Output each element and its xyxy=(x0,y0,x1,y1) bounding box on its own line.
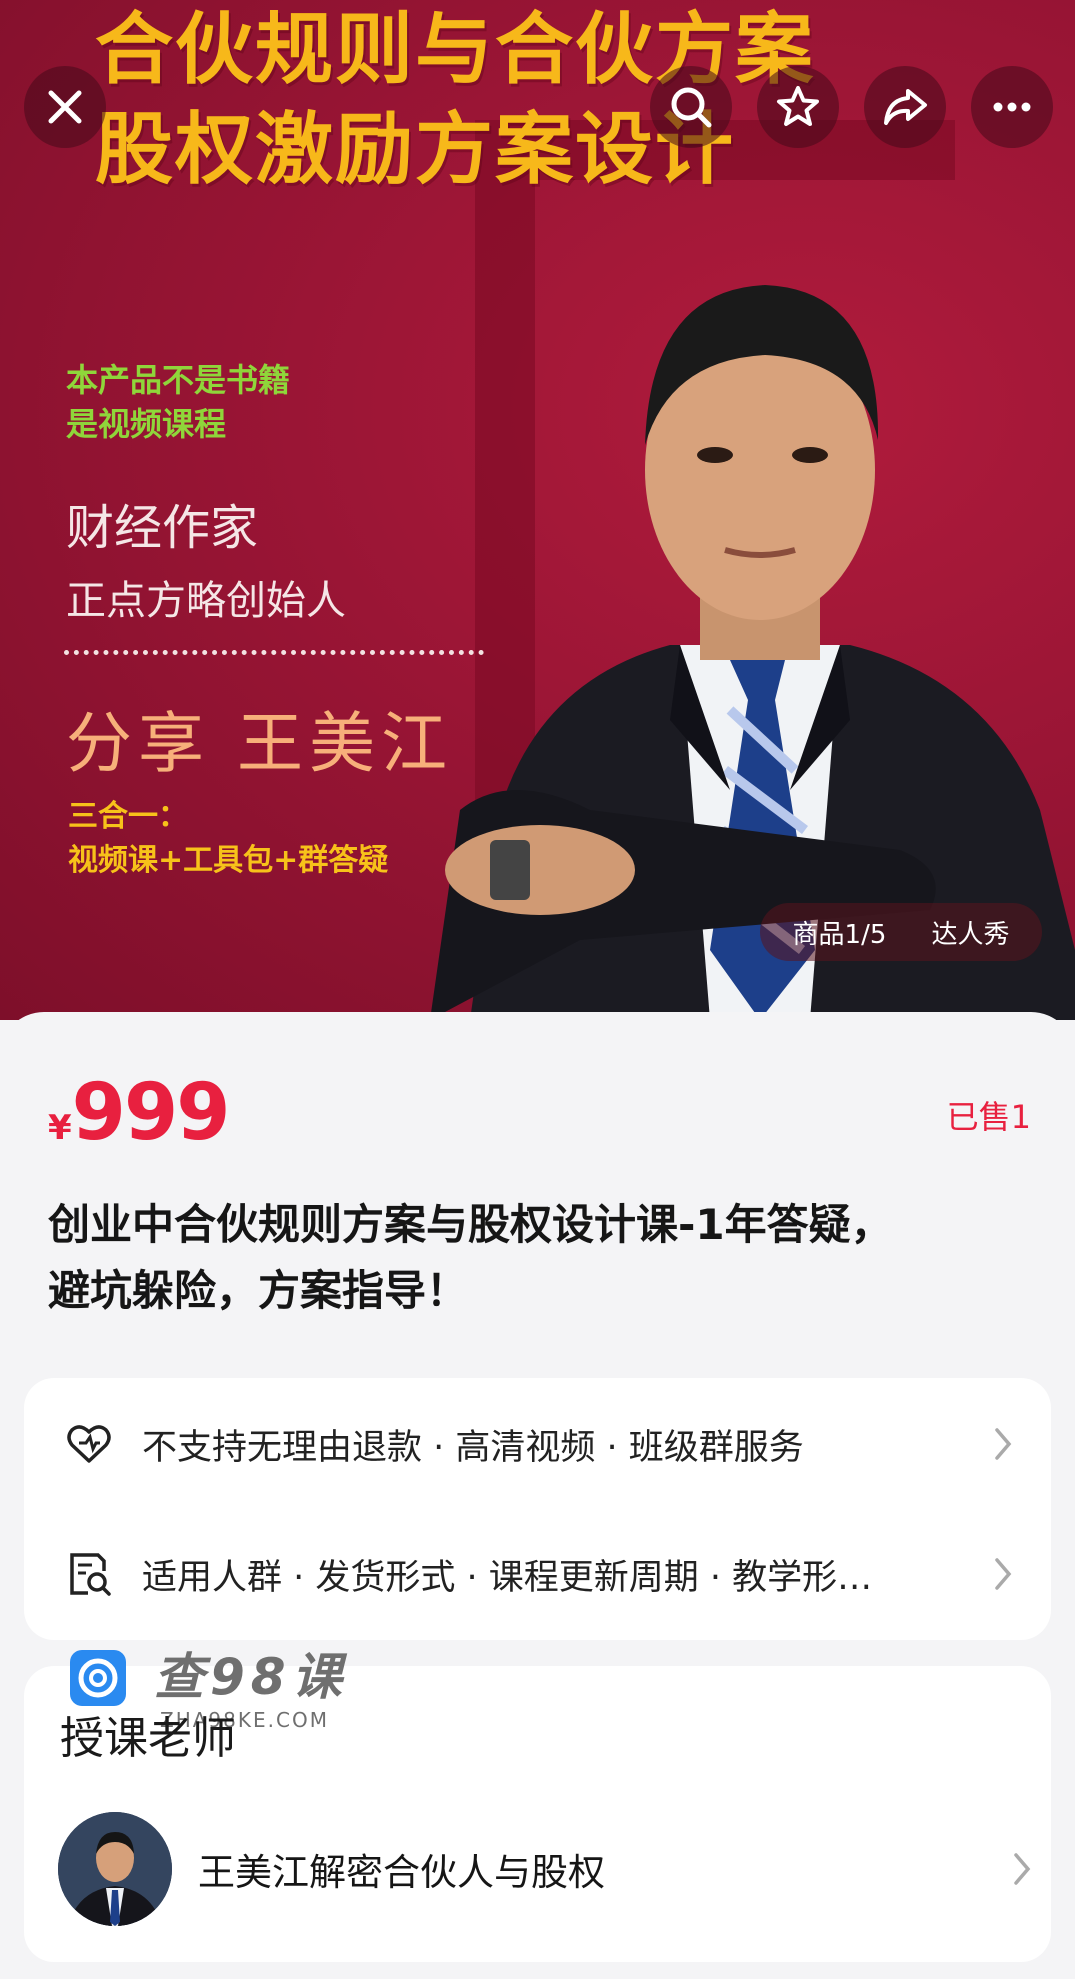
product-title-line2: 避坑躲险，方案指导！ xyxy=(48,1266,469,1315)
author-title: 财经作家 xyxy=(66,500,259,556)
close-button[interactable] xyxy=(24,66,106,148)
product-note: 本产品不是书籍 是视频课程 xyxy=(66,358,290,446)
watermark-text: 查98课 xyxy=(154,1648,348,1706)
currency-symbol: ¥ xyxy=(48,1108,72,1148)
bundle-note: 三合一： 视频课+工具包+群答疑 xyxy=(68,795,388,883)
teacher-item[interactable]: 王美江解密合伙人与股权 xyxy=(58,1812,1048,1926)
course-params-row[interactable]: 适用人群 · 发货形式 · 课程更新周期 · 教学形… xyxy=(24,1534,1051,1614)
image-counter-badge: 商品1/5 达人秀 xyxy=(760,903,1042,961)
author-share-line: 分享 王美江 xyxy=(66,705,453,782)
showcase-link[interactable]: 达人秀 xyxy=(931,914,1009,951)
author-subtitle: 正点方略创始人 xyxy=(66,578,346,624)
share-icon xyxy=(884,89,927,125)
dotted-divider xyxy=(64,650,484,655)
image-counter: 商品1/5 xyxy=(792,919,887,950)
product-title-line1: 创业中合伙规则方案与股权设计课-1年答疑， xyxy=(48,1200,893,1249)
chevron-right-icon xyxy=(995,1428,1012,1460)
product-note-line1: 本产品不是书籍 xyxy=(66,361,291,399)
product-title: 创业中合伙规则方案与股权设计课-1年答疑， 避坑躲险，方案指导！ xyxy=(48,1192,1008,1324)
watermark: 查98课 ZHA98KE.COM xyxy=(70,1648,348,1732)
more-button[interactable] xyxy=(971,66,1053,148)
star-icon xyxy=(777,86,819,126)
chevron-right-icon xyxy=(1014,1853,1031,1885)
service-info-card: 不支持无理由退款 · 高清视频 · 班级群服务 适用人群 · 发货形式 · 课程… xyxy=(24,1378,1051,1640)
heart-shield-icon xyxy=(67,1425,111,1463)
product-note-line2: 是视频课程 xyxy=(66,405,227,443)
teacher-section-heading: 授课老师 xyxy=(60,1713,236,1764)
service-policy-row[interactable]: 不支持无理由退款 · 高清视频 · 班级群服务 xyxy=(24,1404,1051,1484)
bundle-note-line2: 视频课+工具包+群答疑 xyxy=(68,843,389,878)
teacher-name: 王美江解密合伙人与股权 xyxy=(198,1851,605,1894)
search-icon xyxy=(671,87,712,128)
watermark-logo xyxy=(70,1650,126,1706)
service-policy-text: 不支持无理由退款 · 高清视频 · 班级群服务 xyxy=(142,1427,804,1468)
sold-count: 已售1 xyxy=(946,1098,1031,1136)
banner-title-line2: 股权激励方案设计 xyxy=(95,105,736,195)
chevron-right-icon xyxy=(995,1558,1012,1590)
price: ¥999 xyxy=(48,1068,231,1158)
price-value: 999 xyxy=(71,1068,231,1158)
course-params-text: 适用人群 · 发货形式 · 课程更新周期 · 教学形… xyxy=(142,1557,873,1598)
bundle-note-line1: 三合一： xyxy=(68,799,188,834)
share-button[interactable] xyxy=(864,66,946,148)
close-icon xyxy=(48,90,82,124)
product-image-banner[interactable]: 合伙规则与合伙方案 股权激励方案设计 本产品不是书籍 是视频课程 财经作家 正点… xyxy=(0,0,1075,1020)
avatar xyxy=(58,1812,172,1926)
more-icon xyxy=(993,102,1031,112)
favorite-button[interactable] xyxy=(757,66,839,148)
search-doc-icon xyxy=(70,1553,111,1596)
search-button[interactable] xyxy=(650,66,732,148)
